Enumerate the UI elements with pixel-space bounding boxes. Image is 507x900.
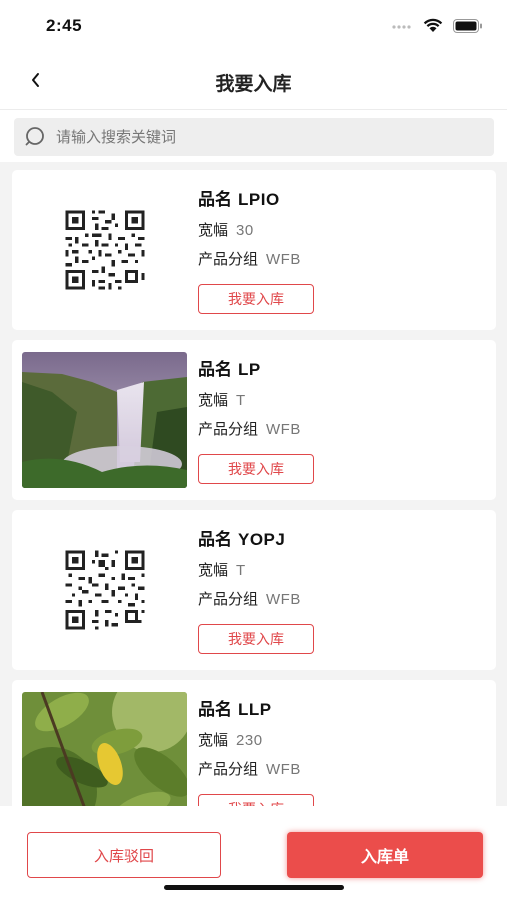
search-bar xyxy=(0,110,507,162)
group-label: 产品分组 xyxy=(198,250,259,268)
name-label: 品名 xyxy=(198,360,232,380)
item-group: WFB xyxy=(266,421,301,438)
item-width-row: 宽幅 T xyxy=(198,389,301,411)
item-group-row: 产品分组 WFB xyxy=(198,588,301,610)
item-name: LLP xyxy=(238,700,272,719)
item-name: YOPJ xyxy=(238,530,286,549)
wifi-icon xyxy=(423,18,443,32)
product-list: 品名 LPIO 宽幅 30 产品分组 WFB 我要入库 品名 LP 宽幅 T 产… xyxy=(0,162,507,806)
width-label: 宽幅 xyxy=(198,731,229,749)
item-width-row: 宽幅 T xyxy=(198,559,301,581)
name-label: 品名 xyxy=(198,530,232,550)
item-name-row: 品名 YOPJ xyxy=(198,528,301,552)
status-icons xyxy=(391,18,483,33)
name-label: 品名 xyxy=(198,700,232,720)
search-icon xyxy=(25,127,44,146)
item-info: 品名 LPIO 宽幅 30 产品分组 WFB xyxy=(198,188,301,270)
reject-stock-in-button[interactable]: 入库驳回 xyxy=(27,832,221,878)
nav-bar: 我要入库 xyxy=(0,52,507,110)
width-label: 宽幅 xyxy=(198,221,229,239)
battery-icon xyxy=(453,18,482,33)
stock-in-button[interactable]: 我要入库 xyxy=(198,454,314,484)
stock-in-order-button[interactable]: 入库单 xyxy=(287,832,483,878)
item-info: 品名 LLP 宽幅 230 产品分组 WFB xyxy=(198,698,301,780)
name-label: 品名 xyxy=(198,190,232,210)
item-group: WFB xyxy=(266,251,301,268)
item-group: WFB xyxy=(266,591,301,608)
list-item: 品名 LLP 宽幅 230 产品分组 WFB 我要入库 xyxy=(12,680,496,806)
stock-in-button[interactable]: 我要入库 xyxy=(198,624,314,654)
leaf-photo xyxy=(22,692,187,806)
status-bar: 2:45 xyxy=(0,0,507,52)
width-label: 宽幅 xyxy=(198,561,229,579)
item-width: 30 xyxy=(236,222,254,239)
item-info: 品名 LP 宽幅 T 产品分组 WFB xyxy=(198,358,301,440)
item-name: LP xyxy=(238,360,261,379)
list-item: 品名 LP 宽幅 T 产品分组 WFB 我要入库 xyxy=(12,340,496,500)
item-width: 230 xyxy=(236,732,263,749)
search-input[interactable] xyxy=(56,128,456,146)
qr-code-image xyxy=(22,522,187,658)
item-name-row: 品名 LP xyxy=(198,358,301,382)
group-label: 产品分组 xyxy=(198,760,259,778)
item-name-row: 品名 LPIO xyxy=(198,188,301,212)
item-width-row: 宽幅 230 xyxy=(198,729,301,751)
item-width: T xyxy=(236,392,246,409)
list-item: 品名 LPIO 宽幅 30 产品分组 WFB 我要入库 xyxy=(12,170,496,330)
item-width: T xyxy=(236,562,246,579)
stock-in-button[interactable]: 我要入库 xyxy=(198,284,314,314)
search-box[interactable] xyxy=(14,118,494,156)
item-group: WFB xyxy=(266,761,301,778)
list-item: 品名 YOPJ 宽幅 T 产品分组 WFB 我要入库 xyxy=(12,510,496,670)
signal-icon xyxy=(392,24,411,29)
item-name: LPIO xyxy=(238,190,280,209)
item-group-row: 产品分组 WFB xyxy=(198,418,301,440)
home-indicator xyxy=(164,885,344,890)
width-label: 宽幅 xyxy=(198,391,229,409)
item-name-row: 品名 LLP xyxy=(198,698,301,722)
item-info: 品名 YOPJ 宽幅 T 产品分组 WFB xyxy=(198,528,301,610)
page-title: 我要入库 xyxy=(215,73,292,95)
item-width-row: 宽幅 30 xyxy=(198,219,301,241)
qr-code-image xyxy=(22,182,187,318)
item-group-row: 产品分组 WFB xyxy=(198,248,301,270)
group-label: 产品分组 xyxy=(198,590,259,608)
stock-in-button[interactable]: 我要入库 xyxy=(198,794,314,806)
waterfall-photo xyxy=(22,352,187,488)
group-label: 产品分组 xyxy=(198,420,259,438)
item-group-row: 产品分组 WFB xyxy=(198,758,301,780)
status-time: 2:45 xyxy=(46,16,83,35)
